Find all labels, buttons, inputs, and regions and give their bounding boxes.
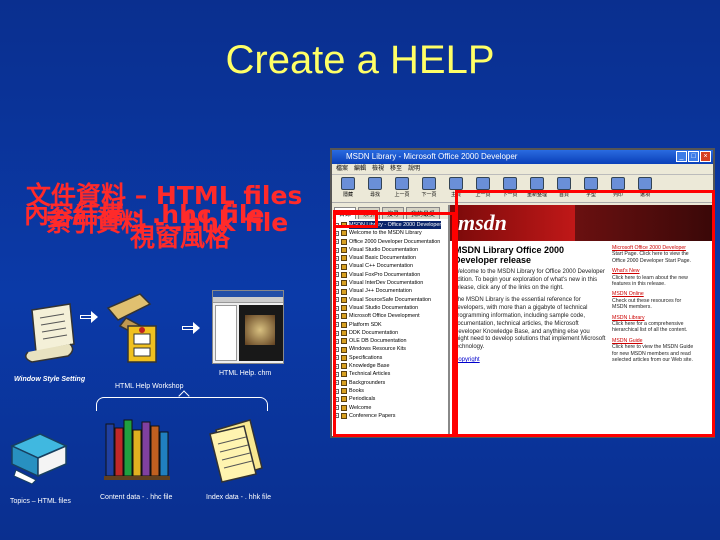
close-icon[interactable]: × xyxy=(700,151,711,162)
menu-file[interactable]: 檔案 xyxy=(336,164,348,174)
slide-title: Create a HELP xyxy=(225,38,495,82)
chm-output-caption: HTML Help. chm xyxy=(219,370,272,377)
minimize-icon[interactable]: _ xyxy=(676,151,687,162)
help-window-thumbnail xyxy=(212,290,284,364)
arrow-right-icon-2 xyxy=(182,322,200,334)
topics-caption: Topics – HTML files xyxy=(10,498,71,505)
forward-arrow-icon xyxy=(503,177,517,190)
workshop-caption: HTML Help Workshop xyxy=(115,383,184,390)
toolbar-hide-button[interactable]: 隱藏 xyxy=(336,177,360,200)
menu-help[interactable]: 說明 xyxy=(408,164,420,174)
workshop-tools-icon xyxy=(106,293,158,363)
arrow-right-icon xyxy=(80,311,98,323)
locate-icon xyxy=(368,177,382,190)
refresh-icon xyxy=(530,177,544,190)
back-arrow-icon xyxy=(476,177,490,190)
toolbar-prev-button[interactable]: 上一頁 xyxy=(390,177,414,200)
next-icon xyxy=(422,177,436,190)
options-icon xyxy=(638,177,652,190)
menu-edit[interactable]: 編輯 xyxy=(354,164,366,174)
font-icon xyxy=(584,177,598,190)
homepage-icon xyxy=(557,177,571,190)
toolbar-next-button[interactable]: 下一頁 xyxy=(417,177,441,200)
content-highlight xyxy=(455,190,715,437)
navigation-highlight xyxy=(333,212,455,437)
window-title: MSDN Library - Microsoft Office 2000 Dev… xyxy=(346,152,518,161)
print-icon xyxy=(611,177,625,190)
scroll-document-icon xyxy=(25,303,75,363)
books-icon xyxy=(10,433,68,485)
window-style-caption: Window Style Setting xyxy=(14,376,86,383)
menu-view[interactable]: 檢視 xyxy=(372,164,384,174)
menu-bar: 檔案 編輯 檢視 移至 說明 xyxy=(332,164,713,175)
home-icon xyxy=(449,177,463,190)
maximize-icon[interactable]: □ xyxy=(688,151,699,162)
bookshelf-icon xyxy=(104,419,170,480)
toolbar-locate-button[interactable]: 尋找 xyxy=(363,177,387,200)
prev-icon xyxy=(395,177,409,190)
content-data-caption: Content data - . hhc file xyxy=(100,494,173,501)
window-titlebar: MSDN Library - Microsoft Office 2000 Dev… xyxy=(332,150,713,164)
window-style-line: 視窗風格 xyxy=(130,223,231,252)
menu-go[interactable]: 移至 xyxy=(390,164,402,174)
notes-pages-icon xyxy=(209,419,263,483)
index-data-caption: Index data - . hhk file xyxy=(206,494,271,501)
hide-icon xyxy=(341,177,355,190)
